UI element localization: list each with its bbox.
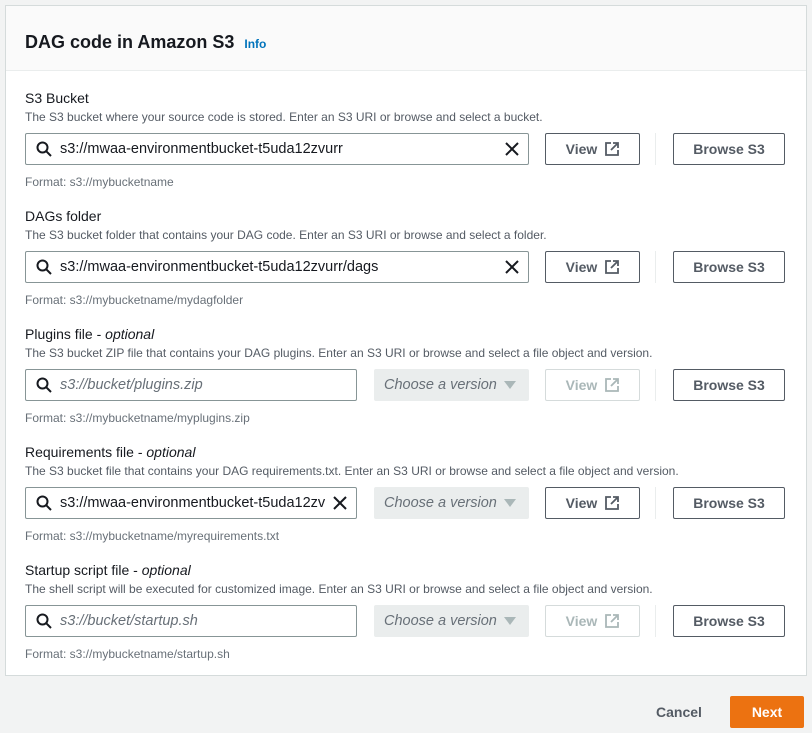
external-link-icon bbox=[605, 260, 620, 274]
next-button[interactable]: Next bbox=[730, 696, 804, 728]
field-s3-bucket: S3 Bucket The S3 bucket where your sourc… bbox=[25, 90, 795, 190]
divider bbox=[655, 251, 656, 283]
field-format: Format: s3://mybucketname/mydagfolder bbox=[25, 293, 244, 307]
version-select-placeholder: Choose a version bbox=[384, 377, 497, 393]
panel-header: DAG code in Amazon S3 Info bbox=[6, 6, 806, 71]
field-label: DAGs folder bbox=[25, 208, 102, 224]
field-label: Startup script file - optional bbox=[25, 562, 191, 578]
browse-s3-button[interactable]: Browse S3 bbox=[673, 369, 785, 401]
external-link-icon bbox=[605, 614, 620, 628]
startup-script-placeholder: s3://bucket/startup.sh bbox=[60, 613, 198, 629]
divider bbox=[655, 369, 656, 401]
view-button[interactable]: View bbox=[545, 487, 640, 519]
field-format: Format: s3://mybucketname bbox=[25, 175, 174, 189]
cancel-button[interactable]: Cancel bbox=[640, 696, 718, 728]
clear-icon[interactable] bbox=[504, 259, 520, 275]
startup-script-input[interactable]: s3://bucket/startup.sh bbox=[25, 605, 357, 637]
version-select-placeholder: Choose a version bbox=[384, 495, 497, 511]
clear-icon[interactable] bbox=[504, 141, 520, 157]
requirements-file-value: s3://mwaa-environmentbucket-t5uda12zvurr… bbox=[60, 495, 326, 511]
browse-s3-button[interactable]: Browse S3 bbox=[673, 487, 785, 519]
field-description: The S3 bucket where your source code is … bbox=[25, 110, 543, 124]
field-format: Format: s3://mybucketname/myrequirements… bbox=[25, 529, 280, 543]
search-icon bbox=[36, 613, 52, 629]
field-description: The S3 bucket file that contains your DA… bbox=[25, 464, 679, 478]
dags-folder-input[interactable]: s3://mwaa-environmentbucket-t5uda12zvurr… bbox=[25, 251, 529, 283]
startup-version-select[interactable]: Choose a version bbox=[374, 605, 529, 637]
field-label: Requirements file - optional bbox=[25, 444, 196, 460]
requirements-version-select[interactable]: Choose a version bbox=[374, 487, 529, 519]
search-icon bbox=[36, 141, 52, 157]
view-button[interactable]: View bbox=[545, 369, 640, 401]
dag-code-panel: DAG code in Amazon S3 Info S3 Bucket The… bbox=[5, 5, 807, 676]
field-requirements-file: Requirements file - optional The S3 buck… bbox=[25, 444, 795, 544]
caret-down-icon bbox=[504, 381, 516, 389]
plugins-version-select[interactable]: Choose a version bbox=[374, 369, 529, 401]
field-description: The S3 bucket ZIP file that contains you… bbox=[25, 346, 653, 360]
field-startup-script: Startup script file - optional The shell… bbox=[25, 562, 795, 662]
caret-down-icon bbox=[504, 499, 516, 507]
field-dags-folder: DAGs folder The S3 bucket folder that co… bbox=[25, 208, 795, 308]
panel-title: DAG code in Amazon S3 bbox=[25, 32, 235, 52]
s3-bucket-value: s3://mwaa-environmentbucket-t5uda12zvurr bbox=[60, 141, 343, 157]
field-plugins-file: Plugins file - optional The S3 bucket ZI… bbox=[25, 326, 795, 426]
field-description: The shell script will be executed for cu… bbox=[25, 582, 653, 596]
divider bbox=[655, 605, 656, 637]
requirements-file-input[interactable]: s3://mwaa-environmentbucket-t5uda12zvurr… bbox=[25, 487, 357, 519]
view-button[interactable]: View bbox=[545, 133, 640, 165]
search-icon bbox=[36, 377, 52, 393]
field-label: Plugins file - optional bbox=[25, 326, 155, 342]
view-button[interactable]: View bbox=[545, 251, 640, 283]
external-link-icon bbox=[605, 378, 620, 392]
s3-bucket-input[interactable]: s3://mwaa-environmentbucket-t5uda12zvurr bbox=[25, 133, 529, 165]
caret-down-icon bbox=[504, 617, 516, 625]
field-format: Format: s3://mybucketname/startup.sh bbox=[25, 647, 230, 661]
clear-icon[interactable] bbox=[332, 495, 348, 511]
browse-s3-button[interactable]: Browse S3 bbox=[673, 251, 785, 283]
field-description: The S3 bucket folder that contains your … bbox=[25, 228, 547, 242]
search-icon bbox=[36, 259, 52, 275]
plugins-file-placeholder: s3://bucket/plugins.zip bbox=[60, 377, 203, 393]
divider bbox=[655, 487, 656, 519]
external-link-icon bbox=[605, 496, 620, 510]
browse-s3-button[interactable]: Browse S3 bbox=[673, 605, 785, 637]
external-link-icon bbox=[605, 142, 620, 156]
plugins-file-input[interactable]: s3://bucket/plugins.zip bbox=[25, 369, 357, 401]
dags-folder-value: s3://mwaa-environmentbucket-t5uda12zvurr… bbox=[60, 259, 379, 275]
browse-s3-button[interactable]: Browse S3 bbox=[673, 133, 785, 165]
divider bbox=[655, 133, 656, 165]
search-icon bbox=[36, 495, 52, 511]
field-label: S3 Bucket bbox=[25, 90, 89, 106]
view-button[interactable]: View bbox=[545, 605, 640, 637]
info-link[interactable]: Info bbox=[244, 37, 266, 51]
field-format: Format: s3://mybucketname/myplugins.zip bbox=[25, 411, 250, 425]
version-select-placeholder: Choose a version bbox=[384, 613, 497, 629]
